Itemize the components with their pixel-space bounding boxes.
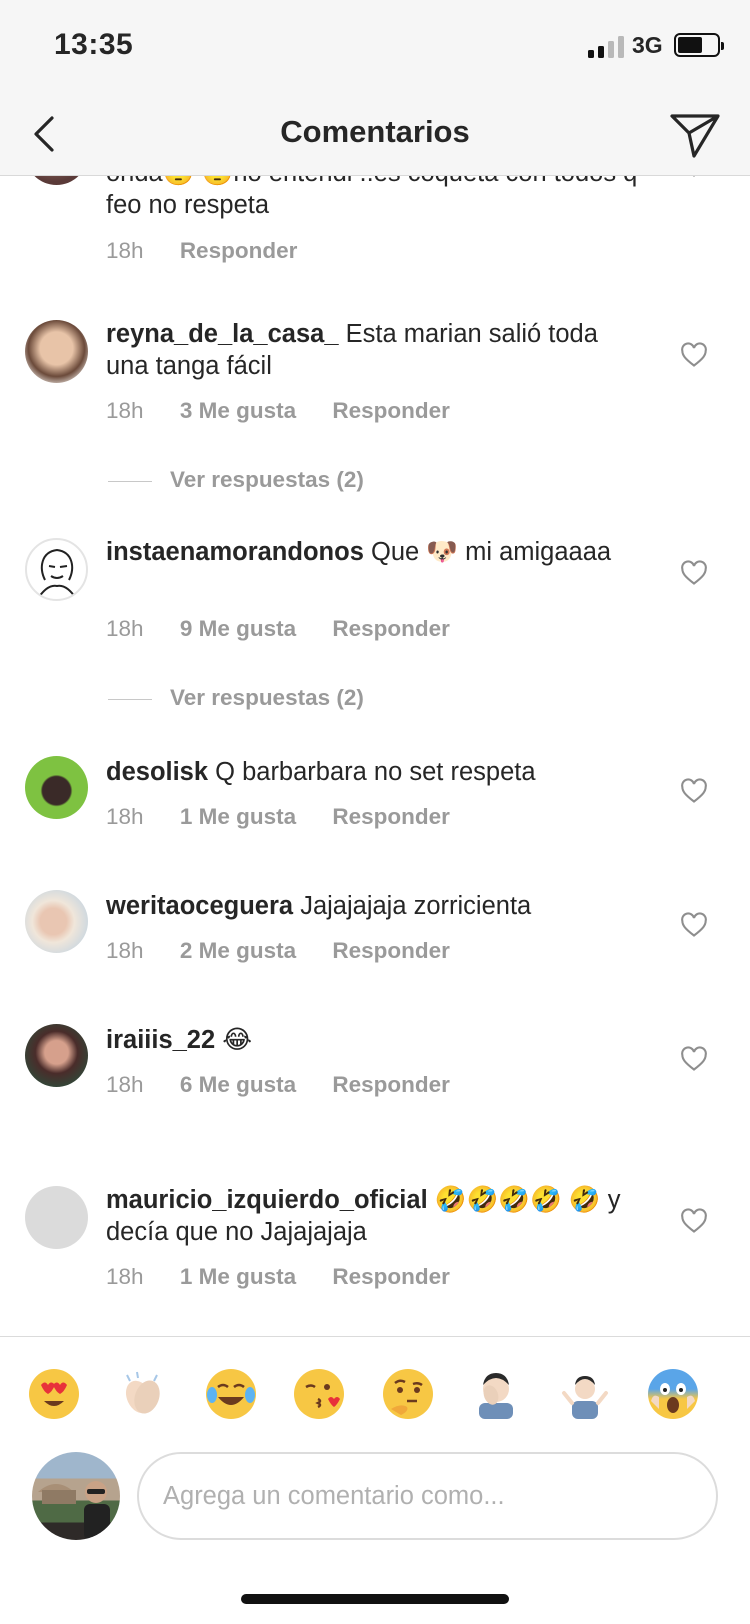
comment-time: 18h [106, 616, 144, 641]
heart-outline-icon[interactable] [680, 1208, 708, 1234]
likes-count[interactable]: 6 Me gusta [180, 1072, 296, 1097]
comment-avatar[interactable] [25, 1024, 88, 1087]
likes-count[interactable]: 1 Me gusta [180, 804, 296, 829]
comment-time: 18h [106, 1264, 144, 1289]
divider [108, 698, 152, 700]
comment-list[interactable]: onda🙄 🙄no entendi ..es coqueta con todos… [0, 92, 750, 1336]
comment-time: 18h [106, 398, 144, 423]
heart-outline-icon[interactable] [680, 912, 708, 938]
reply-button[interactable]: Responder [332, 616, 450, 641]
man-shrugging-emoji-icon[interactable] [560, 1369, 610, 1419]
battery-icon [674, 33, 724, 57]
comment-meta: 18h 6 Me gusta Responder [106, 1072, 480, 1098]
thinking-face-emoji-icon[interactable] [383, 1369, 433, 1419]
likes-count[interactable]: 2 Me gusta [180, 938, 296, 963]
view-replies-button[interactable]: Ver respuestas (2) [108, 467, 364, 493]
current-user-avatar[interactable] [32, 1452, 120, 1540]
kissing-heart-emoji-icon[interactable] [294, 1369, 344, 1419]
heart-outline-icon[interactable] [680, 560, 708, 586]
screaming-face-emoji-icon[interactable] [648, 1369, 698, 1419]
comment-avatar[interactable] [25, 320, 88, 383]
comment-username[interactable]: mauricio_izquierdo_oficial [106, 1186, 428, 1214]
home-indicator[interactable] [241, 1594, 509, 1604]
likes-count[interactable]: 9 Me gusta [180, 616, 296, 641]
comment-avatar[interactable] [25, 890, 88, 953]
paper-plane-icon[interactable] [668, 106, 722, 160]
reply-button[interactable]: Responder [332, 938, 450, 963]
comment-text: reyna_de_la_casa_ Esta marian salió toda… [106, 320, 598, 380]
man-facepalming-emoji-icon[interactable] [471, 1369, 521, 1419]
comment-meta: 18h 9 Me gusta Responder [106, 616, 480, 642]
comment-meta: 18h 3 Me gusta Responder [106, 398, 480, 424]
reply-button[interactable]: Responder [332, 804, 450, 829]
comment-meta: 18h 2 Me gusta Responder [106, 938, 480, 964]
heart-outline-icon[interactable] [680, 1046, 708, 1072]
reply-button[interactable]: Responder [332, 398, 450, 423]
status-bar: 13:35 3G [0, 0, 750, 92]
reply-button[interactable]: Responder [332, 1072, 450, 1097]
comment-time: 18h [106, 938, 144, 963]
comment-avatar[interactable] [25, 538, 88, 601]
comment-time: 18h [106, 238, 144, 263]
comment-avatar[interactable] [25, 1186, 88, 1249]
comment-text: instaenamorandonos Que 🐶 mi amigaaaa [106, 538, 612, 566]
comment-text: weritaoceguera Jajajajaja zorricienta [106, 892, 532, 920]
comment-username[interactable]: reyna_de_la_casa_ [106, 320, 339, 348]
network-type: 3G [632, 32, 663, 58]
heart-outline-icon[interactable] [680, 342, 708, 368]
status-time: 13:35 [54, 28, 134, 61]
view-replies-button[interactable]: Ver respuestas (2) [108, 685, 364, 711]
comment-meta: 18h 1 Me gusta Responder [106, 1264, 480, 1290]
navigation-bar: Comentarios [0, 92, 750, 176]
comment-username[interactable]: instaenamorandonos [106, 538, 364, 566]
clapping-hands-emoji-icon[interactable] [117, 1369, 167, 1419]
heart-outline-icon[interactable] [680, 778, 708, 804]
likes-count[interactable]: 1 Me gusta [180, 1264, 296, 1289]
comment-meta: 18h Responder [106, 238, 327, 264]
comment-username[interactable]: desolisk [106, 758, 208, 786]
comment-text: mauricio_izquierdo_oficial 🤣🤣🤣🤣 🤣 y decí… [106, 1186, 621, 1246]
likes-count[interactable]: 3 Me gusta [180, 398, 296, 423]
comment-username[interactable]: weritaoceguera [106, 892, 293, 920]
comment-username[interactable]: iraiiis_22 [106, 1026, 215, 1054]
comment-meta: 18h 1 Me gusta Responder [106, 804, 480, 830]
tears-of-joy-emoji-icon[interactable] [206, 1369, 256, 1419]
comment-text: iraiiis_22 😂 [106, 1026, 253, 1054]
divider [108, 480, 152, 482]
heart-eyes-emoji-icon[interactable] [29, 1369, 79, 1419]
reply-button[interactable]: Responder [180, 238, 298, 263]
comment-avatar[interactable] [25, 756, 88, 819]
comment-text: desolisk Q barbarbara no set respeta [106, 758, 536, 786]
comment-composer [0, 1448, 750, 1558]
comment-input[interactable] [137, 1452, 718, 1540]
reply-button[interactable]: Responder [332, 1264, 450, 1289]
comment-time: 18h [106, 804, 144, 829]
signal-strength-icon [588, 34, 626, 58]
page-title: Comentarios [280, 114, 470, 149]
comment-time: 18h [106, 1072, 144, 1097]
emoji-quick-bar [0, 1336, 750, 1448]
